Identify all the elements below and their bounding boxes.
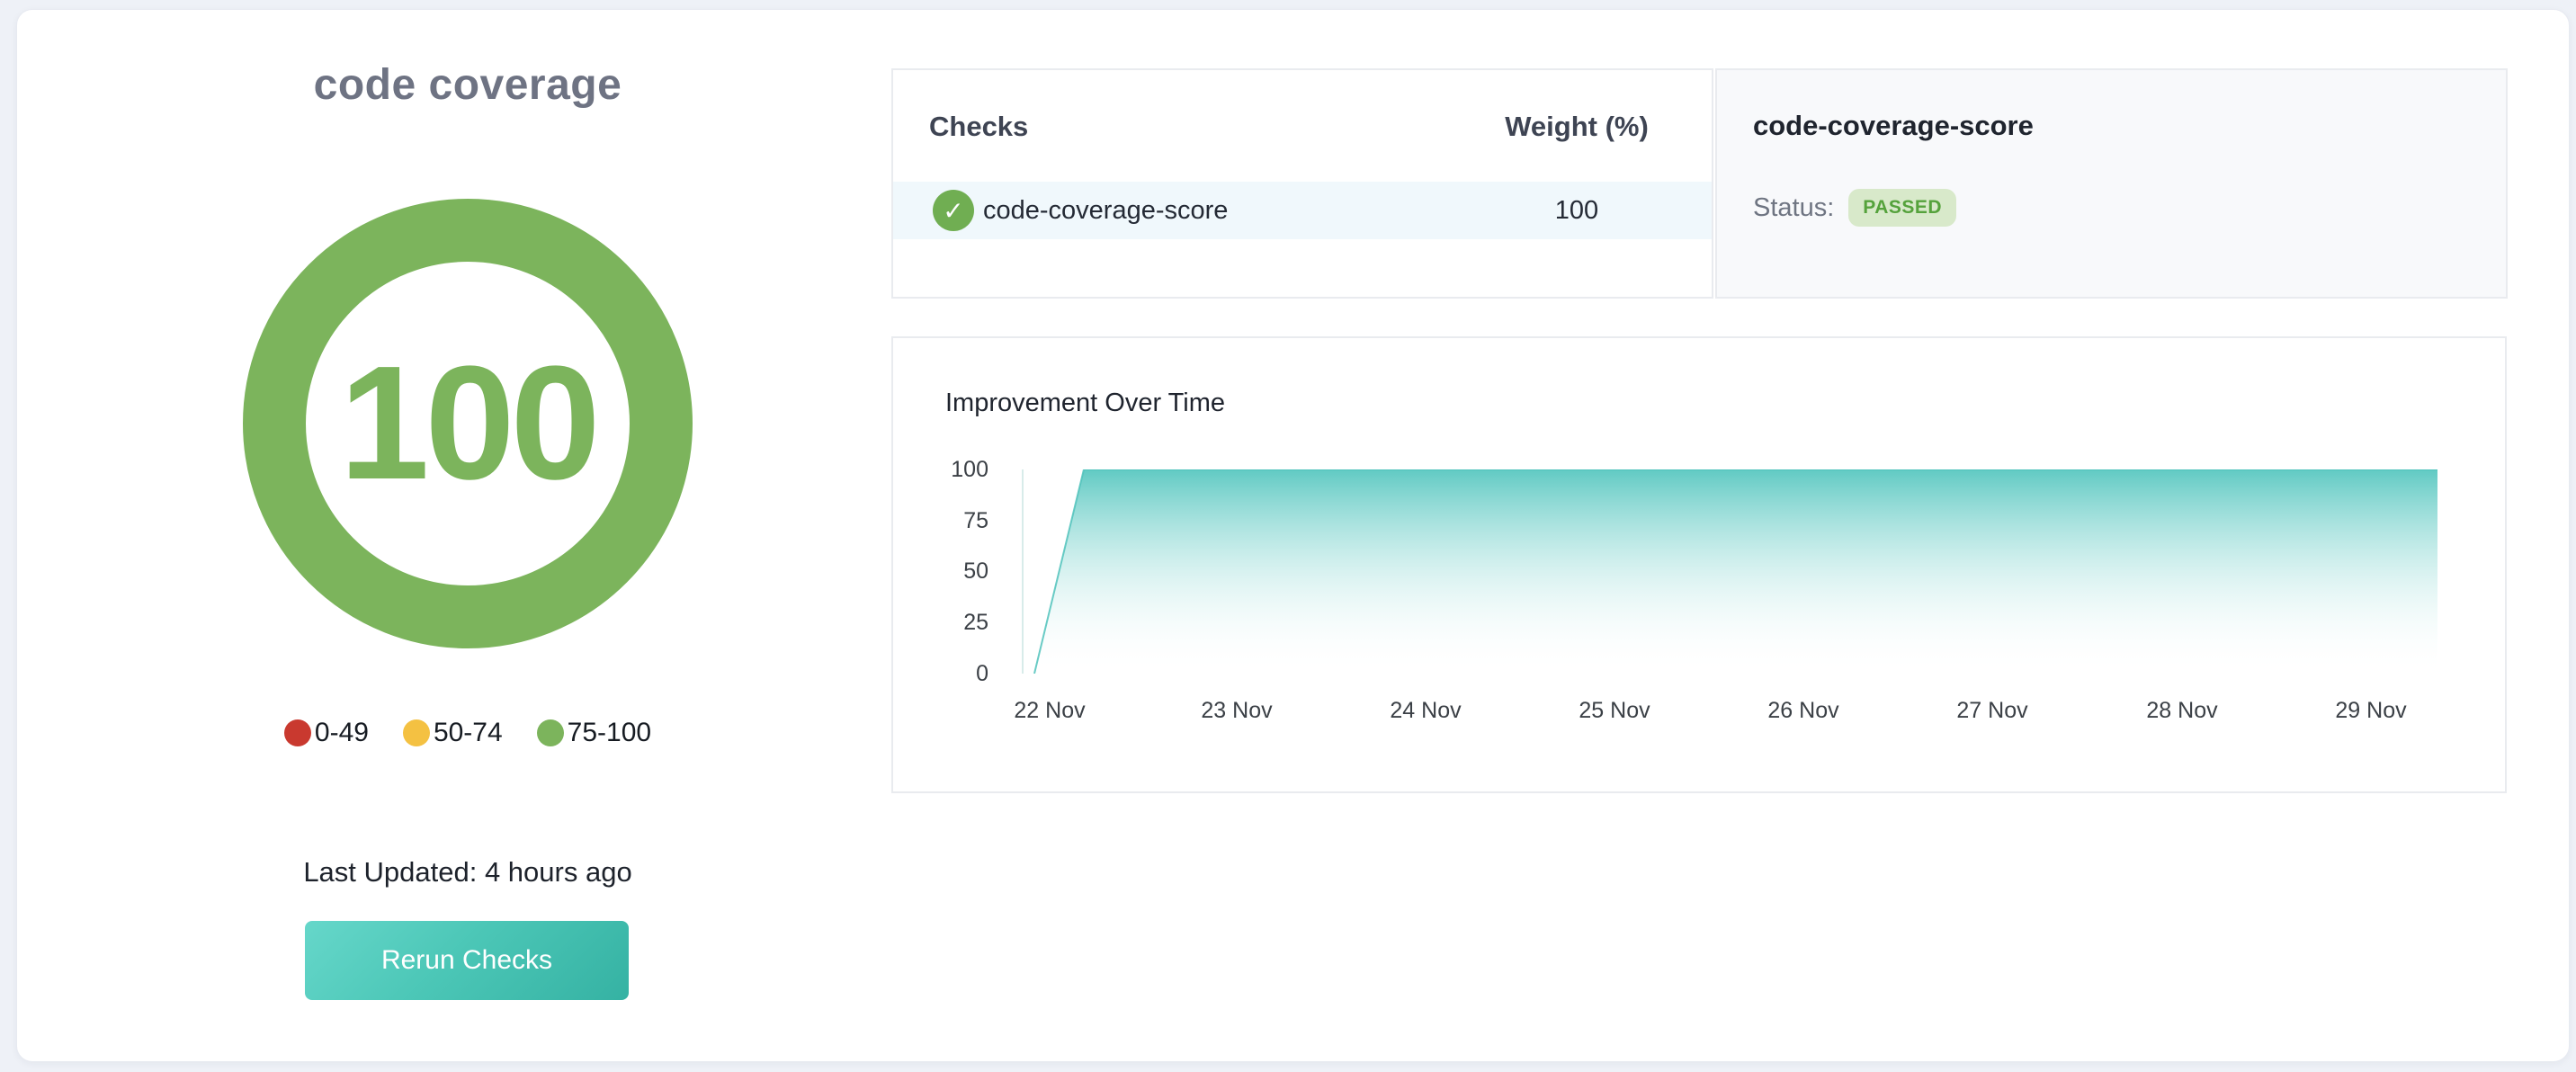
status-row: Status: PASSED bbox=[1753, 185, 1956, 230]
status-label: Status: bbox=[1753, 193, 1834, 223]
x-tick-22nov: 22 Nov bbox=[987, 696, 1113, 725]
check-name: code-coverage-score bbox=[983, 182, 1228, 239]
legend-item-high: 75-100 bbox=[537, 718, 651, 748]
check-weight-value: 100 bbox=[1487, 182, 1667, 239]
legend-dot-red-icon bbox=[284, 719, 311, 746]
y-tick-100: 100 bbox=[929, 456, 988, 483]
improvement-chart-card: Improvement Over Time 100 75 50 25 0 22 … bbox=[891, 336, 2507, 793]
x-tick-29nov: 29 Nov bbox=[2308, 696, 2434, 725]
legend-label: 75-100 bbox=[568, 718, 651, 748]
chart-title: Improvement Over Time bbox=[945, 389, 1225, 418]
x-tick-28nov: 28 Nov bbox=[2119, 696, 2245, 725]
x-tick-26nov: 26 Nov bbox=[1740, 696, 1866, 725]
area-series-fill bbox=[1034, 469, 2437, 674]
x-tick-27nov: 27 Nov bbox=[1929, 696, 2055, 725]
legend-label: 50-74 bbox=[434, 718, 503, 748]
x-tick-25nov: 25 Nov bbox=[1552, 696, 1677, 725]
score-value: 100 bbox=[339, 343, 595, 505]
x-tick-23nov: 23 Nov bbox=[1174, 696, 1300, 725]
weight-column-header: Weight (%) bbox=[1487, 109, 1667, 145]
legend-dot-yellow-icon bbox=[403, 719, 430, 746]
table-row-code-coverage-score[interactable]: ✓ code-coverage-score 100 bbox=[893, 182, 1712, 239]
status-badge: PASSED bbox=[1848, 189, 1956, 227]
checks-table-card: Checks Weight (%) ✓ code-coverage-score … bbox=[891, 68, 1713, 299]
legend-item-low: 0-49 bbox=[284, 718, 369, 748]
check-circle-icon: ✓ bbox=[933, 190, 974, 231]
legend-dot-green-icon bbox=[537, 719, 564, 746]
detail-panel-title: code-coverage-score bbox=[1753, 108, 2034, 144]
x-tick-24nov: 24 Nov bbox=[1363, 696, 1489, 725]
legend-label: 0-49 bbox=[315, 718, 369, 748]
area-chart-plot bbox=[1024, 469, 2437, 674]
y-tick-50: 50 bbox=[929, 558, 988, 585]
checks-column-header: Checks bbox=[929, 109, 1028, 145]
legend-item-mid: 50-74 bbox=[403, 718, 503, 748]
last-updated-text: Last Updated: 4 hours ago bbox=[108, 856, 827, 889]
rerun-checks-button[interactable]: Rerun Checks bbox=[305, 921, 629, 1000]
check-detail-panel: code-coverage-score Status: PASSED bbox=[1715, 68, 2508, 299]
score-gauge: 100 bbox=[243, 199, 693, 648]
y-tick-25: 25 bbox=[929, 609, 988, 636]
y-tick-75: 75 bbox=[929, 507, 988, 534]
dashboard-card: code coverage 100 0-49 50-74 75-100 Last… bbox=[16, 9, 2570, 1062]
page-title: code coverage bbox=[198, 60, 738, 110]
y-tick-0: 0 bbox=[929, 660, 988, 687]
score-legend: 0-49 50-74 75-100 bbox=[108, 718, 827, 748]
